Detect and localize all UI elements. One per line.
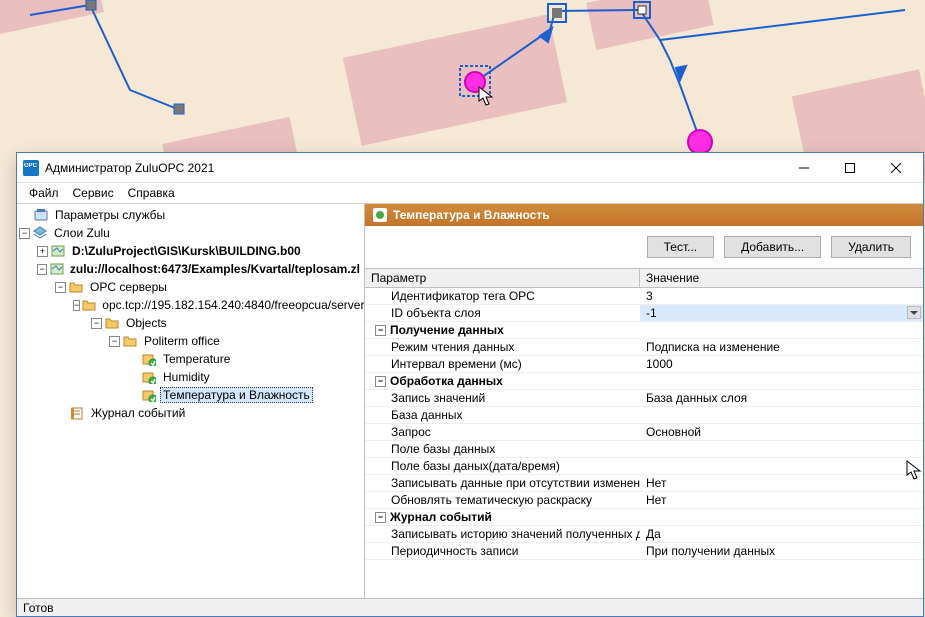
titlebar: Администратор ZuluOPC 2021 [17,153,923,183]
row-db-field[interactable]: Поле базы данных [365,441,923,458]
cursor-icon [478,86,496,108]
properties-toolbar: Тест... Добавить... Удалить [365,226,923,268]
window-maximize-button[interactable] [827,153,873,183]
app-icon [23,160,39,176]
test-button[interactable]: Тест... [647,236,715,258]
expander-icon[interactable] [109,336,120,347]
tree-panel: Параметры службы Слои Zulu [17,204,365,598]
group-process[interactable]: Обработка данных [365,373,923,390]
grid-header: Параметр Значение [365,268,923,288]
tree-layer-building[interactable]: D:\ZuluProject\GIS\Kursk\BUILDING.b00 [37,242,362,260]
tree-tag-temp-humid[interactable]: Температура и Влажность [127,386,362,404]
layers-icon [32,225,48,241]
row-tag-id[interactable]: Идентификатор тега OPC 3 [365,288,923,305]
expander-icon[interactable] [73,300,80,311]
row-update-theme[interactable]: Обновлять тематическую раскраску Нет [365,492,923,509]
expander-icon[interactable] [91,318,102,329]
expander-icon[interactable] [37,264,47,275]
row-log-period[interactable]: Периодичность записи При получении данны… [365,543,923,560]
column-header-value[interactable]: Значение [640,269,923,287]
row-interval[interactable]: Интервал времени (мс) 1000 [365,356,923,373]
properties-panel: Температура и Влажность Тест... Добавить… [365,204,923,598]
map-file-icon [50,243,66,259]
tree-service-params[interactable]: Параметры службы [19,206,362,224]
menu-help[interactable]: Справка [122,184,181,202]
row-write-values[interactable]: Запись значений База данных слоя [365,390,923,407]
tree-objects[interactable]: Objects [91,314,362,404]
map-file-icon [49,261,64,277]
tree-opc-server-url[interactable]: opc.tcp://195.182.154.240:4840/freeopcua… [73,296,362,404]
tree-event-log[interactable]: Журнал событий [55,404,362,422]
chevron-down-icon [910,311,918,315]
properties-header: Температура и Влажность [365,204,923,226]
window-title: Администратор ZuluOPC 2021 [45,161,781,175]
expander-icon[interactable] [375,325,386,336]
row-db-field-datetime[interactable]: Поле базы даных(дата/время) [365,458,923,475]
column-header-param[interactable]: Параметр [365,269,640,287]
window-close-button[interactable] [873,153,919,183]
folder-icon [122,333,138,349]
tree-layer-teplosa[interactable]: zulu://localhost:6473/Examples/Kvartal/t… [37,260,362,422]
tag-ok-icon [141,369,157,385]
row-layer-object-id[interactable]: ID объекта слоя -1 [365,305,923,322]
expander-icon[interactable] [375,376,386,387]
row-write-no-change[interactable]: Записывать данные при отсутствии изменен… [365,475,923,492]
properties-grid: Идентификатор тега OPC 3 ID объекта слоя… [365,288,923,598]
row-log-history[interactable]: Записывать историю значений полученных д… [365,526,923,543]
expander-icon[interactable] [375,512,386,523]
window-minimize-button[interactable] [781,153,827,183]
tree-layers[interactable]: Слои Zulu D:\ZuluProject\GIS\Kursk\BUILD… [19,224,362,422]
cursor-icon [906,460,924,482]
folder-icon [82,297,96,313]
tag-ok-icon [141,387,157,403]
dropdown-button[interactable] [907,306,921,319]
delete-button[interactable]: Удалить [831,236,911,258]
book-icon [69,405,85,421]
status-text: Готов [23,601,54,615]
menu-service[interactable]: Сервис [67,184,120,202]
app-window: Администратор ZuluOPC 2021 Файл Сервис С… [16,152,924,617]
row-read-mode[interactable]: Режим чтения данных Подписка на изменени… [365,339,923,356]
tree-tag-temperature[interactable]: Temperature [127,350,362,368]
expander-icon[interactable] [37,246,48,257]
folder-icon [68,279,84,295]
menu-bar: Файл Сервис Справка [17,183,923,203]
tree-tag-humidity[interactable]: Humidity [127,368,362,386]
expander-icon[interactable] [19,228,30,239]
tree-opc-servers[interactable]: OPC серверы opc. [55,278,362,404]
menu-file[interactable]: Файл [23,184,65,202]
row-database[interactable]: База данных [365,407,923,424]
folder-icon [104,315,120,331]
row-query[interactable]: Запрос Основной [365,424,923,441]
status-bar: Готов [17,598,923,616]
properties-title: Температура и Влажность [393,208,550,222]
add-button[interactable]: Добавить... [724,236,821,258]
settings-icon [33,207,49,223]
group-receive[interactable]: Получение данных [365,322,923,339]
expander-icon[interactable] [55,282,66,293]
tag-ok-icon [373,208,387,222]
group-event-log[interactable]: Журнал событий [365,509,923,526]
tag-ok-icon [141,351,157,367]
tree-politerm-office[interactable]: Politerm office [109,332,362,404]
